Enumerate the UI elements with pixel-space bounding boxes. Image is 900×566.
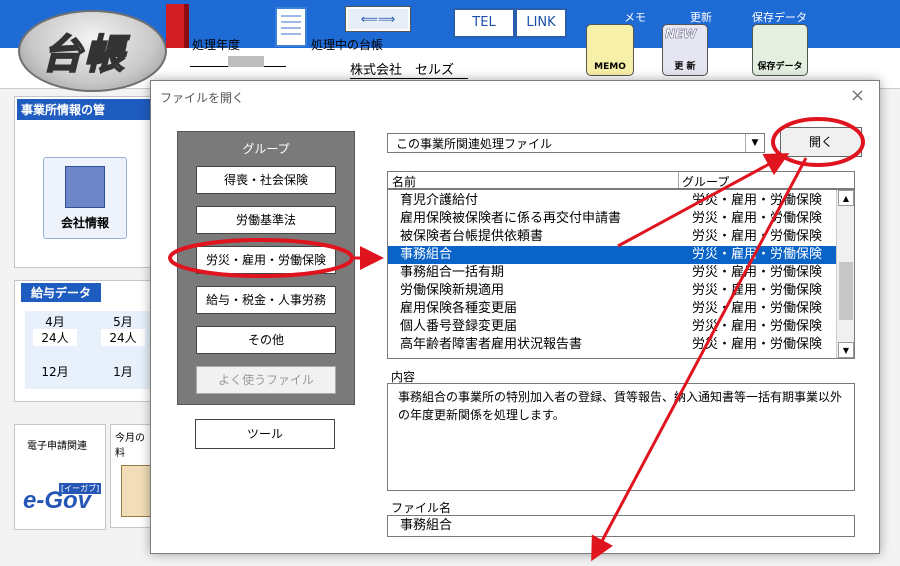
list-item[interactable]: 労働保険新規適用 労災・雇用・労働保険 [388,282,836,300]
this-month-panel[interactable]: 今月の料 [110,424,153,528]
file-scope-select[interactable]: この事業所関連処理ファイル ▼ [387,133,765,153]
group-button-social-insurance[interactable]: 得喪・社会保険 [196,166,336,194]
open-button[interactable]: 開く [780,127,862,157]
save-data-label: 保存データ [752,11,807,24]
tel-button[interactable]: TEL [453,8,515,38]
description-box: 事務組合の事業所の特別加入者の登録、賃等報告、納入通知書等一括有期事業以外の年度… [387,383,855,491]
list-item-name: 被保険者台帳提供依頼書 [400,229,544,244]
update-icon-text: 更 新 [674,62,696,72]
scroll-thumb[interactable] [839,262,853,320]
list-item-group: 労災・雇用・労働保険 [692,229,823,244]
egov-title: 電子申請関連 [27,441,87,452]
list-item[interactable]: 事務組合一括有期 労災・雇用・労働保険 [388,264,836,282]
count-cell: 24人 [101,329,145,346]
list-item[interactable]: 雇用保険各種変更届 労災・雇用・労働保険 [388,300,836,318]
save-data-button[interactable]: 保存データ [752,24,808,76]
office-info-header: 事業所情報の管 [17,99,153,120]
list-item-group: 労災・雇用・労働保険 [692,301,823,316]
close-icon[interactable]: × [850,85,865,106]
group-button-labor-insurance[interactable]: 労災・雇用・労働保険 [196,246,336,274]
list-item-group: 労災・雇用・労働保険 [692,211,823,226]
update-label: 更新 [690,11,712,24]
scroll-down-icon[interactable]: ▼ [838,342,854,358]
memo-button[interactable]: MEMO [586,24,634,76]
file-scope-value: この事業所関連処理ファイル [396,137,553,151]
company-name: 株式会社 セルズ [350,59,468,79]
group-button-other[interactable]: その他 [196,326,336,354]
tool-button[interactable]: ツール [195,419,335,449]
list-item[interactable]: 高年齢者障害者雇用状況報告書 労災・雇用・労働保険 [388,336,836,354]
list-item[interactable]: 育児介護給付 労災・雇用・労働保険 [388,192,836,210]
update-button[interactable]: NEW 更 新 [662,24,708,76]
salary-grid: 4月 5月 24人 24人 12月 1月 [25,311,155,389]
logo-text: 台帳 [41,30,126,79]
fiscal-year-label: 処理年度 [192,38,241,52]
this-month-label: 今月の料 [115,433,145,459]
list-item-name: 高年齢者障害者雇用状況報告書 [400,337,583,352]
list-item-group: 労災・雇用・労働保険 [692,193,823,208]
group-button-favorites[interactable]: よく使うファイル [196,366,336,394]
building-icon [65,166,105,208]
save-icon-text: 保存データ [757,62,803,72]
file-list-header: 名前 グループ [387,171,855,189]
current-ledger-label: 処理中の台帳 [311,38,384,52]
list-scrollbar[interactable]: ▲ ▼ [836,190,854,358]
list-item-name: 雇用保険被保険者に係る再交付申請書 [400,211,622,226]
list-item-group: 労災・雇用・労働保険 [692,247,823,262]
company-info-label: 会社情報 [60,216,109,230]
group-button-payroll[interactable]: 給与・税金・人事労務 [196,286,336,314]
group-panel: グループ 得喪・社会保険 労働基準法 労災・雇用・労働保険 給与・税金・人事労務… [177,131,355,405]
salary-data-panel: 給与データ 4月 5月 24人 24人 12月 1月 [14,280,156,402]
calendar-icon [121,465,153,517]
dialog-title: ファイルを開く [160,91,245,105]
open-file-dialog: ファイルを開く × グループ 得喪・社会保険 労働基準法 労災・雇用・労働保険 … [150,80,880,554]
column-divider[interactable] [678,172,679,188]
list-item[interactable]: 事務組合 労災・雇用・労働保険 [388,246,836,264]
group-button-labor-standards[interactable]: 労働基準法 [196,206,336,234]
list-item-group: 労災・雇用・労働保険 [692,283,823,298]
office-info-panel: 事業所情報の管 会社情報 [14,96,156,268]
salary-tab[interactable]: 給与データ [21,283,102,302]
column-header-name[interactable]: 名前 [392,173,416,190]
egov-sub: [イーガブ] [59,483,102,494]
list-item[interactable]: 個人番号登録変更届 労災・雇用・労働保険 [388,318,836,336]
memo-icon-text: MEMO [594,62,626,72]
list-item-name: 事務組合 [400,247,453,262]
month-cell[interactable]: 4月 [33,313,77,330]
list-item[interactable]: 雇用保険被保険者に係る再交付申請書 労災・雇用・労働保険 [388,210,836,228]
list-item-group: 労災・雇用・労働保険 [692,319,823,334]
filename-label: ファイル名 [391,501,452,515]
list-item-group: 労災・雇用・労働保険 [692,265,823,280]
group-header: グループ [242,142,290,156]
egov-panel[interactable]: 電子申請関連 e-Gov [イーガブ] [14,424,106,530]
month-cell[interactable]: 12月 [33,363,77,380]
list-item-name: 事務組合一括有期 [400,265,505,280]
fiscal-year-redacted [228,56,264,67]
list-item[interactable]: 被保険者台帳提供依頼書 労災・雇用・労働保険 [388,228,836,246]
swap-arrows-button[interactable]: ⟸⟹ [346,7,410,31]
list-item-name: 個人番号登録変更届 [400,319,518,334]
dropdown-arrow-icon[interactable]: ▼ [745,134,764,152]
list-item-name: 労働保険新規適用 [400,283,505,298]
company-info-button[interactable]: 会社情報 [43,157,127,239]
column-header-group[interactable]: グループ [682,173,729,190]
ledger-doc-icon [275,7,307,47]
file-list[interactable]: 育児介護給付 労災・雇用・労働保険 雇用保険被保険者に係る再交付申請書 労災・雇用・労… [387,189,855,359]
filename-field[interactable]: 事務組合 [387,515,855,537]
list-item-name: 育児介護給付 [400,193,479,208]
scroll-up-icon[interactable]: ▲ [838,190,854,206]
list-item-name: 雇用保険各種変更届 [400,301,518,316]
month-cell[interactable]: 5月 [101,313,145,330]
month-cell[interactable]: 1月 [101,363,145,380]
link-button[interactable]: LINK [515,8,567,38]
app-logo: 台帳 [18,10,167,92]
memo-label: メモ [624,11,646,24]
list-item-group: 労災・雇用・労働保険 [692,337,823,352]
book-icon [166,4,189,48]
update-new-badge: NEW [665,27,697,42]
count-cell: 24人 [33,329,77,346]
